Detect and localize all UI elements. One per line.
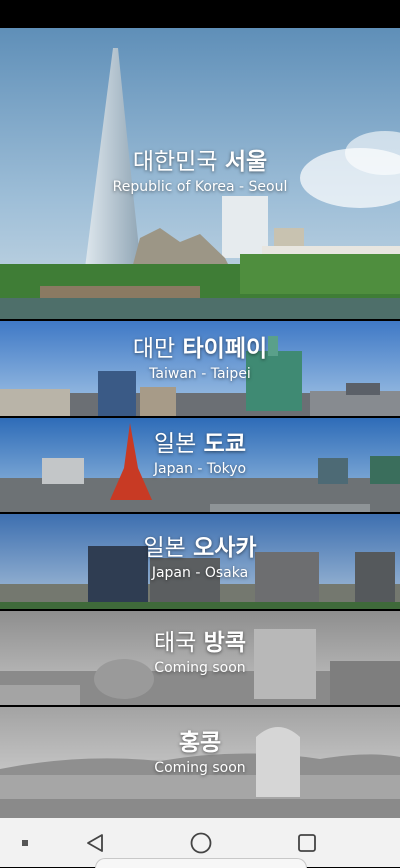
city-caption: 일본 오사카 Japan - Osaka [0, 534, 400, 582]
city-title: 대만 타이페이 [132, 336, 268, 362]
city-subtitle: Taiwan - Taipei [149, 366, 251, 382]
city-caption: 일본 도쿄 Japan - Tokyo [0, 430, 400, 478]
city-caption: 홍콩 Coming soon [0, 729, 400, 777]
circle-home-icon [190, 832, 212, 854]
city-card-tokyo[interactable]: 일본 도쿄 Japan - Tokyo [0, 418, 400, 512]
city-title: 대한민국 서울 [132, 149, 268, 175]
triangle-back-icon [87, 834, 103, 852]
recents-button[interactable] [292, 828, 322, 858]
city-title: 태국 방콕 [154, 630, 246, 656]
home-button[interactable] [186, 828, 216, 858]
city-card-seoul[interactable]: 대한민국 서울 Republic of Korea - Seoul [0, 28, 400, 319]
city-subtitle: Coming soon [154, 760, 246, 776]
city-subtitle: Coming soon [154, 660, 246, 676]
city-card-osaka[interactable]: 일본 오사카 Japan - Osaka [0, 514, 400, 609]
city-caption: 대만 타이페이 Taiwan - Taipei [0, 335, 400, 383]
city-title: 일본 오사카 [143, 535, 257, 561]
city-caption: 대한민국 서울 Republic of Korea - Seoul [0, 148, 400, 196]
city-title: 홍콩 [178, 730, 222, 756]
status-bar [0, 0, 400, 28]
city-subtitle: Japan - Tokyo [153, 461, 247, 477]
city-card-bangkok[interactable]: 태국 방콕 Coming soon [0, 611, 400, 705]
city-card-taipei[interactable]: 대만 타이페이 Taiwan - Taipei [0, 321, 400, 416]
city-subtitle: Republic of Korea - Seoul [112, 179, 288, 195]
square-dot-icon[interactable] [10, 828, 40, 858]
back-button[interactable] [80, 828, 110, 858]
city-card-hong-kong[interactable]: 홍콩 Coming soon [0, 707, 400, 818]
city-subtitle: Japan - Osaka [151, 565, 249, 581]
city-title: 일본 도쿄 [154, 431, 246, 457]
square-recents-icon [298, 834, 316, 852]
city-caption: 태국 방콕 Coming soon [0, 629, 400, 677]
city-list: 대한민국 서울 Republic of Korea - Seoul 대만 타이페… [0, 28, 400, 818]
